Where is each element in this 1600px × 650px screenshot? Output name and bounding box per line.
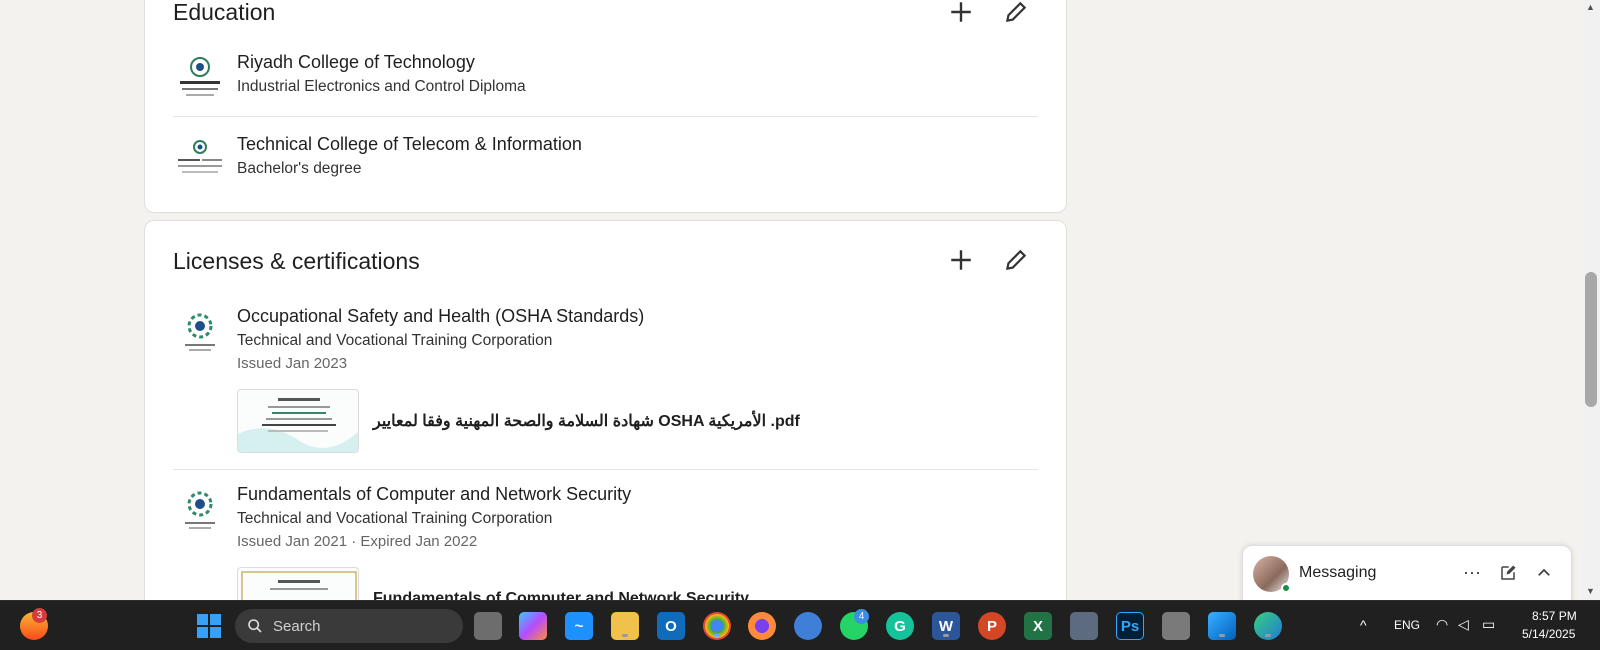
chevron-up-icon[interactable]: ^ — [1360, 617, 1367, 633]
school-name[interactable]: Riyadh College of Technology — [237, 52, 475, 73]
compose-icon — [1501, 565, 1516, 580]
education-item[interactable]: Technical College of Telecom & Informati… — [173, 132, 1038, 186]
windows-taskbar: 3 Search ~ O 4 G W P X Ps ^ ENG ◠ ◁ ▭ 8:… — [0, 600, 1600, 650]
issuer: Technical and Vocational Training Corpor… — [237, 510, 553, 527]
certificate-thumbnail[interactable] — [237, 389, 359, 453]
photoshop-icon[interactable]: Ps — [1116, 612, 1144, 640]
edit-license-button[interactable] — [1000, 244, 1032, 276]
plus-icon — [951, 2, 971, 22]
compose-message-button[interactable] — [1495, 560, 1521, 586]
grammarly-icon[interactable]: G — [886, 612, 914, 640]
issuer: Technical and Vocational Training Corpor… — [237, 332, 553, 349]
attachment[interactable]: شهادة السلامة والصحة المهنية وفقا لمعايي… — [237, 389, 800, 453]
firefox-icon[interactable] — [748, 612, 776, 640]
whatsapp-badge: 4 — [854, 609, 869, 624]
education-section: Education Riyadh College of Technology I… — [144, 0, 1067, 213]
powerpoint-icon[interactable]: P — [978, 612, 1006, 640]
section-title: Education — [173, 0, 276, 25]
license-name[interactable]: Fundamentals of Computer and Network Sec… — [237, 484, 631, 505]
search-icon — [248, 619, 262, 633]
school-logo — [173, 132, 227, 186]
attachment-name[interactable]: شهادة السلامة والصحة المهنية وفقا لمعايي… — [373, 411, 800, 431]
plus-icon — [951, 250, 971, 270]
chevron-up-icon — [1538, 568, 1550, 576]
online-status-indicator — [1281, 583, 1291, 593]
weather-badge: 3 — [32, 608, 47, 623]
photos-icon[interactable] — [1208, 612, 1236, 640]
school-logo — [173, 50, 227, 104]
edge-icon[interactable] — [1254, 612, 1282, 640]
add-license-button[interactable] — [945, 244, 977, 276]
issuer-logo — [173, 304, 227, 358]
add-education-button[interactable] — [945, 0, 977, 28]
license-item[interactable]: Occupational Safety and Health (OSHA Sta… — [173, 304, 1038, 464]
pencil-icon — [1005, 249, 1027, 271]
search-placeholder: Search — [273, 617, 321, 635]
windows-start-icon[interactable] — [195, 612, 223, 640]
edge-app-icon[interactable] — [794, 612, 822, 640]
issuer-logo — [173, 482, 227, 536]
ellipsis-icon: ⋯ — [1463, 562, 1481, 583]
app-icon[interactable] — [1162, 612, 1190, 640]
messaging-label[interactable]: Messaging — [1299, 564, 1376, 582]
degree: Industrial Electronics and Control Diplo… — [237, 78, 526, 95]
scroll-down-arrow[interactable]: ▼ — [1586, 586, 1595, 596]
clock-time[interactable]: 8:57 PM — [1532, 609, 1577, 623]
school-name[interactable]: Technical College of Telecom & Informati… — [237, 134, 582, 155]
edit-education-button[interactable] — [1000, 0, 1032, 28]
outlook-icon[interactable]: O — [657, 612, 685, 640]
education-item[interactable]: Riyadh College of Technology Industrial … — [173, 50, 1038, 104]
wifi-icon[interactable]: ◠ — [1436, 616, 1448, 633]
task-view-icon[interactable] — [474, 612, 502, 640]
chrome-icon[interactable] — [703, 612, 731, 640]
pencil-icon — [1005, 1, 1027, 23]
messaging-widget[interactable]: Messaging ⋯ — [1242, 545, 1572, 605]
file-explorer-icon[interactable] — [611, 612, 639, 640]
more-options-button[interactable]: ⋯ — [1459, 560, 1485, 586]
language-indicator[interactable]: ENG — [1394, 618, 1420, 632]
copilot-icon[interactable] — [519, 612, 547, 640]
calculator-icon[interactable] — [1070, 612, 1098, 640]
excel-icon[interactable]: X — [1024, 612, 1052, 640]
scroll-thumb[interactable] — [1585, 272, 1597, 407]
collapse-button[interactable] — [1531, 560, 1557, 586]
volume-icon[interactable]: ◁ — [1458, 616, 1469, 633]
battery-icon[interactable]: ▭ — [1482, 616, 1495, 633]
word-icon[interactable]: W — [932, 612, 960, 640]
page-scrollbar[interactable]: ▲ ▼ — [1582, 0, 1600, 600]
taskbar-search[interactable]: Search — [235, 609, 463, 643]
health-app-icon[interactable]: ~ — [565, 612, 593, 640]
licenses-section: Licenses & certifications Occupational S… — [144, 220, 1067, 640]
section-title: Licenses & certifications — [173, 248, 420, 274]
clock-date[interactable]: 5/14/2025 — [1522, 627, 1575, 641]
issue-date: Issued Jan 2021 · Expired Jan 2022 — [237, 533, 478, 550]
issue-date: Issued Jan 2023 — [237, 355, 348, 372]
degree: Bachelor's degree — [237, 160, 362, 177]
license-name[interactable]: Occupational Safety and Health (OSHA Sta… — [237, 306, 644, 327]
divider — [173, 469, 1038, 470]
scroll-up-arrow[interactable]: ▲ — [1586, 2, 1595, 12]
divider — [173, 116, 1038, 117]
